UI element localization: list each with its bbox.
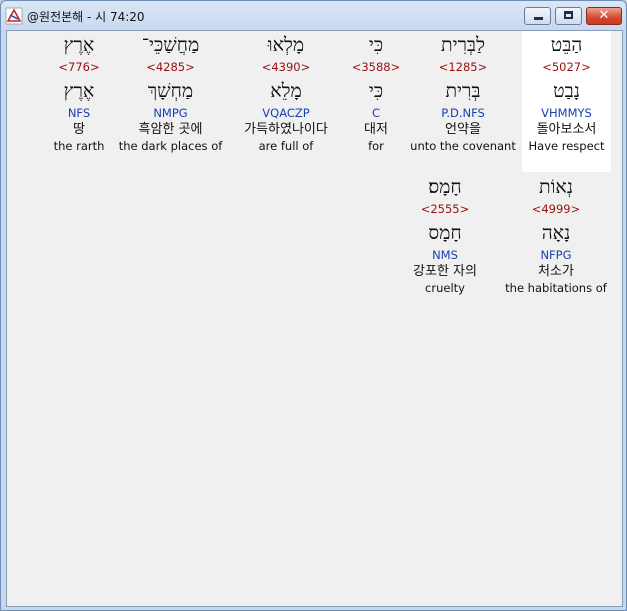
strong-number[interactable]: <4999> xyxy=(501,201,611,217)
maximize-button[interactable] xyxy=(555,7,582,25)
minimize-button[interactable] xyxy=(524,7,551,25)
morphology-code[interactable]: NMPG xyxy=(113,105,228,121)
close-icon: ✕ xyxy=(598,8,610,23)
korean-gloss: 돌아보소서 xyxy=(536,122,597,137)
minimize-icon xyxy=(534,17,543,20)
hebrew-word: אֶרֶץ xyxy=(63,34,95,56)
morphology-code[interactable]: VQACZP xyxy=(231,105,341,121)
korean-gloss: 땅 xyxy=(73,122,85,137)
strong-number[interactable]: <5027> xyxy=(522,59,611,75)
morphology-code[interactable]: VHMMYS xyxy=(522,105,611,121)
morphology-code[interactable]: P.D.NFS xyxy=(408,105,518,121)
strong-number[interactable]: <4285> xyxy=(113,59,228,75)
title-bar[interactable]: @원전본해 - 시 74:20 ✕ xyxy=(1,1,626,31)
korean-gloss: 강포한 자의 xyxy=(413,264,477,279)
english-gloss: the dark places of xyxy=(118,139,223,153)
word-block[interactable]: אֶרֶץ <776> אֶרֶץ NFS 땅 the rarth xyxy=(47,31,111,154)
hebrew-word: הַבֵּט xyxy=(550,34,583,56)
hebrew-lemma: חָמָס xyxy=(428,222,462,244)
hebrew-lemma: מָלֵא xyxy=(270,80,302,102)
hebrew-word: כִּי xyxy=(368,34,384,56)
hebrew-word: מָלְאוּ xyxy=(267,34,305,56)
close-button[interactable]: ✕ xyxy=(586,7,622,25)
hebrew-lemma: כִּי xyxy=(368,80,384,102)
word-block[interactable]: מָלְאוּ <4390> מָלֵא VQACZP 가득하였나이다 are … xyxy=(231,31,341,154)
hebrew-lemma: מַחְשָׁךְ xyxy=(147,80,194,102)
korean-gloss: 흑암한 곳에 xyxy=(138,122,203,137)
word-block[interactable]: לַבְּרִית <1285> בְּרִית P.D.NFS 언약을 unt… xyxy=(408,31,518,154)
maximize-icon xyxy=(564,11,573,19)
hebrew-lemma: בְּרִית xyxy=(445,80,481,102)
hebrew-word: מַחֲשַׁכֵּי־ xyxy=(141,34,200,56)
hebrew-lemma: אֶרֶץ xyxy=(63,80,95,102)
strong-number[interactable]: <1285> xyxy=(408,59,518,75)
app-window: @원전본해 - 시 74:20 ✕ הַבֵּט <5027> נָבַט VH… xyxy=(0,0,627,611)
app-icon xyxy=(5,7,23,25)
hebrew-lemma: נָבַט xyxy=(553,80,580,102)
word-block[interactable]: הַבֵּט <5027> נָבַט VHMMYS 돌아보소서 Have re… xyxy=(522,31,611,172)
interlinear-panel: הַבֵּט <5027> נָבַט VHMMYS 돌아보소서 Have re… xyxy=(6,30,623,607)
morphology-code[interactable]: NFS xyxy=(47,105,111,121)
english-gloss: the habitations of xyxy=(505,281,607,295)
korean-gloss: 언약을 xyxy=(445,122,481,137)
morphology-code[interactable]: NFPG xyxy=(501,247,611,263)
strong-number[interactable]: <776> xyxy=(47,59,111,75)
english-gloss: the rarth xyxy=(53,139,105,153)
window-title: @원전본해 - 시 74:20 xyxy=(27,10,145,24)
morphology-code[interactable]: NMS xyxy=(395,247,495,263)
strong-number[interactable]: <4390> xyxy=(231,59,341,75)
hebrew-word: לַבְּרִית xyxy=(441,34,485,56)
hebrew-word: חָמָס׃ xyxy=(428,176,462,198)
word-block[interactable]: נְאוֹת <4999> נָאָה NFPG 처소가 the habitat… xyxy=(501,173,611,296)
word-block[interactable]: מַחֲשַׁכֵּי־ <4285> מַחְשָׁךְ NMPG 흑암한 곳… xyxy=(113,31,228,154)
word-block[interactable]: חָמָס׃ <2555> חָמָס NMS 강포한 자의 cruelty xyxy=(395,173,495,296)
english-gloss: for xyxy=(368,139,384,153)
korean-gloss: 처소가 xyxy=(538,264,574,279)
korean-gloss: 대저 xyxy=(364,122,388,137)
english-gloss: unto the covenant xyxy=(410,139,516,153)
english-gloss: cruelty xyxy=(425,281,465,295)
word-block[interactable]: כִּי <3588> כִּי C 대저 for xyxy=(346,31,406,154)
strong-number[interactable]: <3588> xyxy=(346,59,406,75)
korean-gloss: 가득하였나이다 xyxy=(244,122,328,137)
english-gloss: Have respect xyxy=(528,139,605,153)
hebrew-word: נְאוֹת xyxy=(538,176,574,198)
morphology-code[interactable]: C xyxy=(346,105,406,121)
hebrew-lemma: נָאָה xyxy=(541,222,571,244)
english-gloss: are full of xyxy=(258,139,314,153)
strong-number[interactable]: <2555> xyxy=(395,201,495,217)
